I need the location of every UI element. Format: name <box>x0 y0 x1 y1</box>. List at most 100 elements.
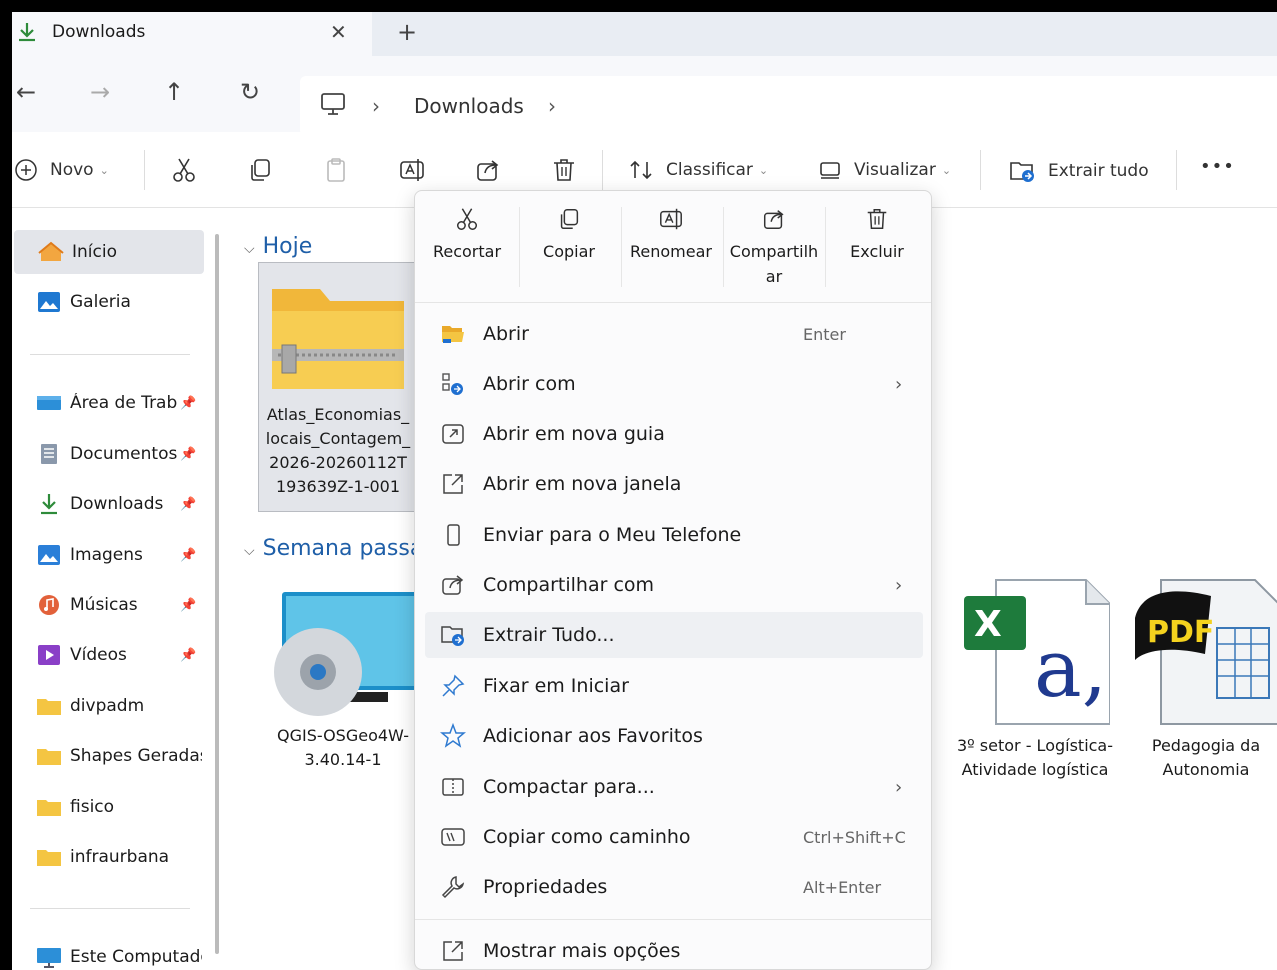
sidebar-item-home[interactable]: Início <box>14 230 204 274</box>
rename-icon <box>660 208 682 230</box>
copy-path-icon <box>441 828 465 846</box>
delete-label: Excluir <box>850 242 904 261</box>
pin-icon: 📌 <box>180 446 197 462</box>
chevron-down-icon: ⌄ <box>99 163 109 177</box>
sidebar-item-divpadm[interactable]: divpadm <box>12 684 202 728</box>
menu-item-compress-to[interactable]: Compactar para... › <box>425 764 923 810</box>
breadcrumb-separator-end[interactable]: › <box>548 94 556 118</box>
sidebar-item-documents[interactable]: Documentos 📌 <box>12 432 202 476</box>
delete-action[interactable]: Excluir <box>827 205 927 264</box>
rename-action[interactable]: Renomear <box>621 205 721 264</box>
copy-action[interactable]: Copiar <box>519 205 619 264</box>
close-tab-icon[interactable]: ✕ <box>330 20 347 44</box>
open-with-icon <box>442 373 463 395</box>
sidebar-item-gallery[interactable]: Galeria <box>12 280 202 324</box>
new-label: Novo <box>50 160 94 180</box>
paste-icon[interactable] <box>322 156 350 184</box>
folder-icon <box>37 699 61 715</box>
sidebar-item-this-pc[interactable]: Este Computador <box>12 935 202 970</box>
menu-item-open-new-window[interactable]: Abrir em nova janela <box>425 461 923 507</box>
phone-icon <box>447 524 460 546</box>
menu-item-open-new-tab[interactable]: Abrir em nova guia <box>425 411 923 457</box>
menu-item-open-with[interactable]: Abrir com › <box>425 361 923 407</box>
file-item-pedagogia-autonomia[interactable]: PDF Pedagogia da Autonomia <box>1126 578 1277 798</box>
sidebar-item-desktop[interactable]: Área de Trabalho 📌 <box>12 381 202 425</box>
excel-document-icon: a, X <box>964 579 1110 725</box>
delete-icon <box>867 208 887 230</box>
breadcrumb-downloads[interactable]: Downloads <box>414 94 524 118</box>
refresh-button[interactable]: ↻ <box>240 80 260 104</box>
file-item-atlas-zip[interactable]: Atlas_Economias_locais_Contagem_2026-202… <box>258 262 418 512</box>
svg-text:a,: a, <box>1034 622 1107 715</box>
folder-icon <box>37 850 61 866</box>
group-header-last-week[interactable]: ⌵Semana passada <box>244 536 415 561</box>
address-bar[interactable]: › Downloads › <box>300 76 1277 136</box>
tab-downloads[interactable]: Downloads ✕ <box>12 12 372 56</box>
folder-icon <box>37 800 61 816</box>
toolbar-divider <box>1176 150 1177 190</box>
sort-icon <box>630 160 652 180</box>
sidebar-item-label: Shapes Geradas <box>70 746 202 766</box>
sidebar-item-music[interactable]: Músicas 📌 <box>12 583 202 627</box>
sidebar-scrollbar[interactable] <box>215 234 219 954</box>
cut-action[interactable]: Recortar <box>417 205 517 264</box>
file-name: 3º setor - Logística- Atividade logístic… <box>956 736 1114 779</box>
extract-icon <box>1010 162 1034 182</box>
cut-icon <box>456 208 478 230</box>
menu-item-send-to-phone[interactable]: Enviar para o Meu Telefone <box>425 512 923 558</box>
delete-icon[interactable] <box>550 156 578 184</box>
cut-label: Recortar <box>432 242 502 261</box>
menu-item-extract-all[interactable]: Extrair Tudo... <box>425 612 923 658</box>
menu-item-share-with[interactable]: Compartilhar com › <box>425 562 923 608</box>
chevron-right-icon: › <box>895 574 903 596</box>
sidebar-item-shapes-geradas[interactable]: Shapes Geradas <box>12 734 202 778</box>
home-icon <box>38 241 64 261</box>
chevron-right-icon: › <box>895 373 903 395</box>
rename-icon[interactable] <box>398 156 426 184</box>
share-action[interactable]: Compartilhar <box>727 205 821 289</box>
pictures-icon <box>38 545 60 565</box>
menu-item-copy-as-path[interactable]: Copiar como caminho Ctrl+Shift+C <box>425 814 923 860</box>
sidebar-item-fisico[interactable]: fisico <box>12 785 202 829</box>
quick-actions-divider <box>723 207 724 287</box>
menu-item-add-to-favorites[interactable]: Adicionar aos Favoritos <box>425 713 923 759</box>
sidebar-item-videos[interactable]: Vídeos 📌 <box>12 633 202 677</box>
sidebar-item-downloads[interactable]: Downloads 📌 <box>12 482 202 526</box>
sidebar-item-pictures[interactable]: Imagens 📌 <box>12 533 202 577</box>
group-header-today[interactable]: ⌵ Hoje <box>244 234 312 259</box>
toolbar-divider <box>980 150 981 190</box>
share-icon[interactable] <box>474 156 502 184</box>
new-button[interactable]: Novo ⌄ <box>14 158 109 182</box>
view-button[interactable]: Visualizar ⌄ <box>818 158 951 182</box>
back-button[interactable]: ← <box>16 80 36 104</box>
menu-item-properties[interactable]: Propriedades Alt+Enter <box>425 864 923 910</box>
forward-button[interactable]: → <box>90 80 110 104</box>
context-menu-quick-actions: Recortar Copiar Renomear Compartilhar Ex… <box>415 191 931 303</box>
svg-text:PDF: PDF <box>1147 615 1214 650</box>
menu-divider <box>415 919 931 920</box>
sidebar-divider <box>30 908 190 909</box>
up-button[interactable]: ↑ <box>164 80 184 104</box>
cut-icon[interactable] <box>170 156 198 184</box>
new-tab-button[interactable]: + <box>397 18 417 46</box>
sidebar-item-label: Área de Trabalho <box>70 393 178 413</box>
sort-button[interactable]: Classificar ⌄ <box>628 158 768 182</box>
more-options-button[interactable]: ••• <box>1200 156 1235 177</box>
menu-item-show-more-options[interactable]: Mostrar mais opções <box>425 928 923 970</box>
download-icon <box>41 494 57 515</box>
installer-disc-icon <box>274 592 418 716</box>
sidebar-item-label: divpadm <box>70 696 145 716</box>
file-item-3-setor-logistica[interactable]: a, X 3º setor - Logística- Atividade log… <box>956 578 1114 838</box>
download-icon <box>19 23 35 42</box>
tab-title: Downloads <box>52 22 146 42</box>
pin-icon: 📌 <box>180 395 197 411</box>
menu-item-pin-to-start[interactable]: Fixar em Iniciar <box>425 663 923 709</box>
share-icon <box>442 575 464 595</box>
menu-item-open[interactable]: Abrir Enter <box>425 311 923 357</box>
chevron-down-icon: ⌵ <box>244 241 255 257</box>
extract-all-button[interactable]: Extrair tudo <box>1008 158 1149 184</box>
shortcut-enter: Enter <box>803 324 846 344</box>
sidebar-item-infraurbana[interactable]: infraurbana <box>12 835 202 879</box>
copy-icon[interactable] <box>246 156 274 184</box>
file-item-qgis-installer[interactable]: QGIS-OSGeo4W-3.40.14-1 <box>268 588 418 788</box>
